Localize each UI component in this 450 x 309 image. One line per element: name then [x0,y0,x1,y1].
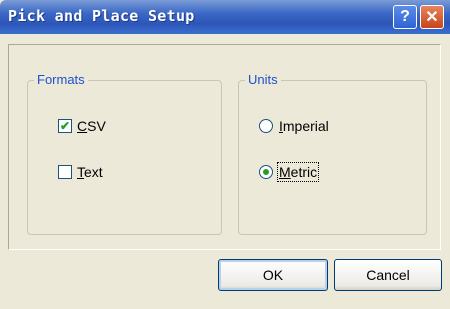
imperial-option[interactable]: Imperial [259,118,329,134]
imperial-label: Imperial [279,118,329,134]
units-legend: Units [245,72,281,87]
csv-option[interactable]: ✔ CSV [58,118,106,134]
checkmark-icon: ✔ [59,119,71,133]
metric-label: Metric [276,162,320,182]
formats-legend: Formats [34,72,88,87]
text-checkbox[interactable] [58,165,72,179]
units-group: Units [238,72,427,235]
close-button[interactable]: ✕ [420,5,444,29]
csv-checkbox[interactable]: ✔ [58,119,72,133]
text-label: Text [77,164,103,180]
imperial-radio[interactable] [259,119,273,133]
formats-group: Formats [27,72,222,235]
csv-label: CSV [77,118,106,134]
text-option[interactable]: Text [58,164,103,180]
pick-and-place-dialog: Pick and Place Setup ? ✕ Formats ✔ CSV T… [0,0,450,309]
help-button[interactable]: ? [393,5,417,29]
title-bar[interactable]: Pick and Place Setup ? ✕ [0,0,450,34]
window-title: Pick and Place Setup [8,7,195,25]
close-icon: ✕ [425,9,439,26]
metric-radio[interactable] [259,165,273,179]
cancel-button[interactable]: Cancel [334,259,442,291]
radio-dot-icon [263,169,269,175]
help-icon: ? [400,8,410,25]
metric-option[interactable]: Metric [259,162,320,182]
ok-button[interactable]: OK [218,259,328,291]
